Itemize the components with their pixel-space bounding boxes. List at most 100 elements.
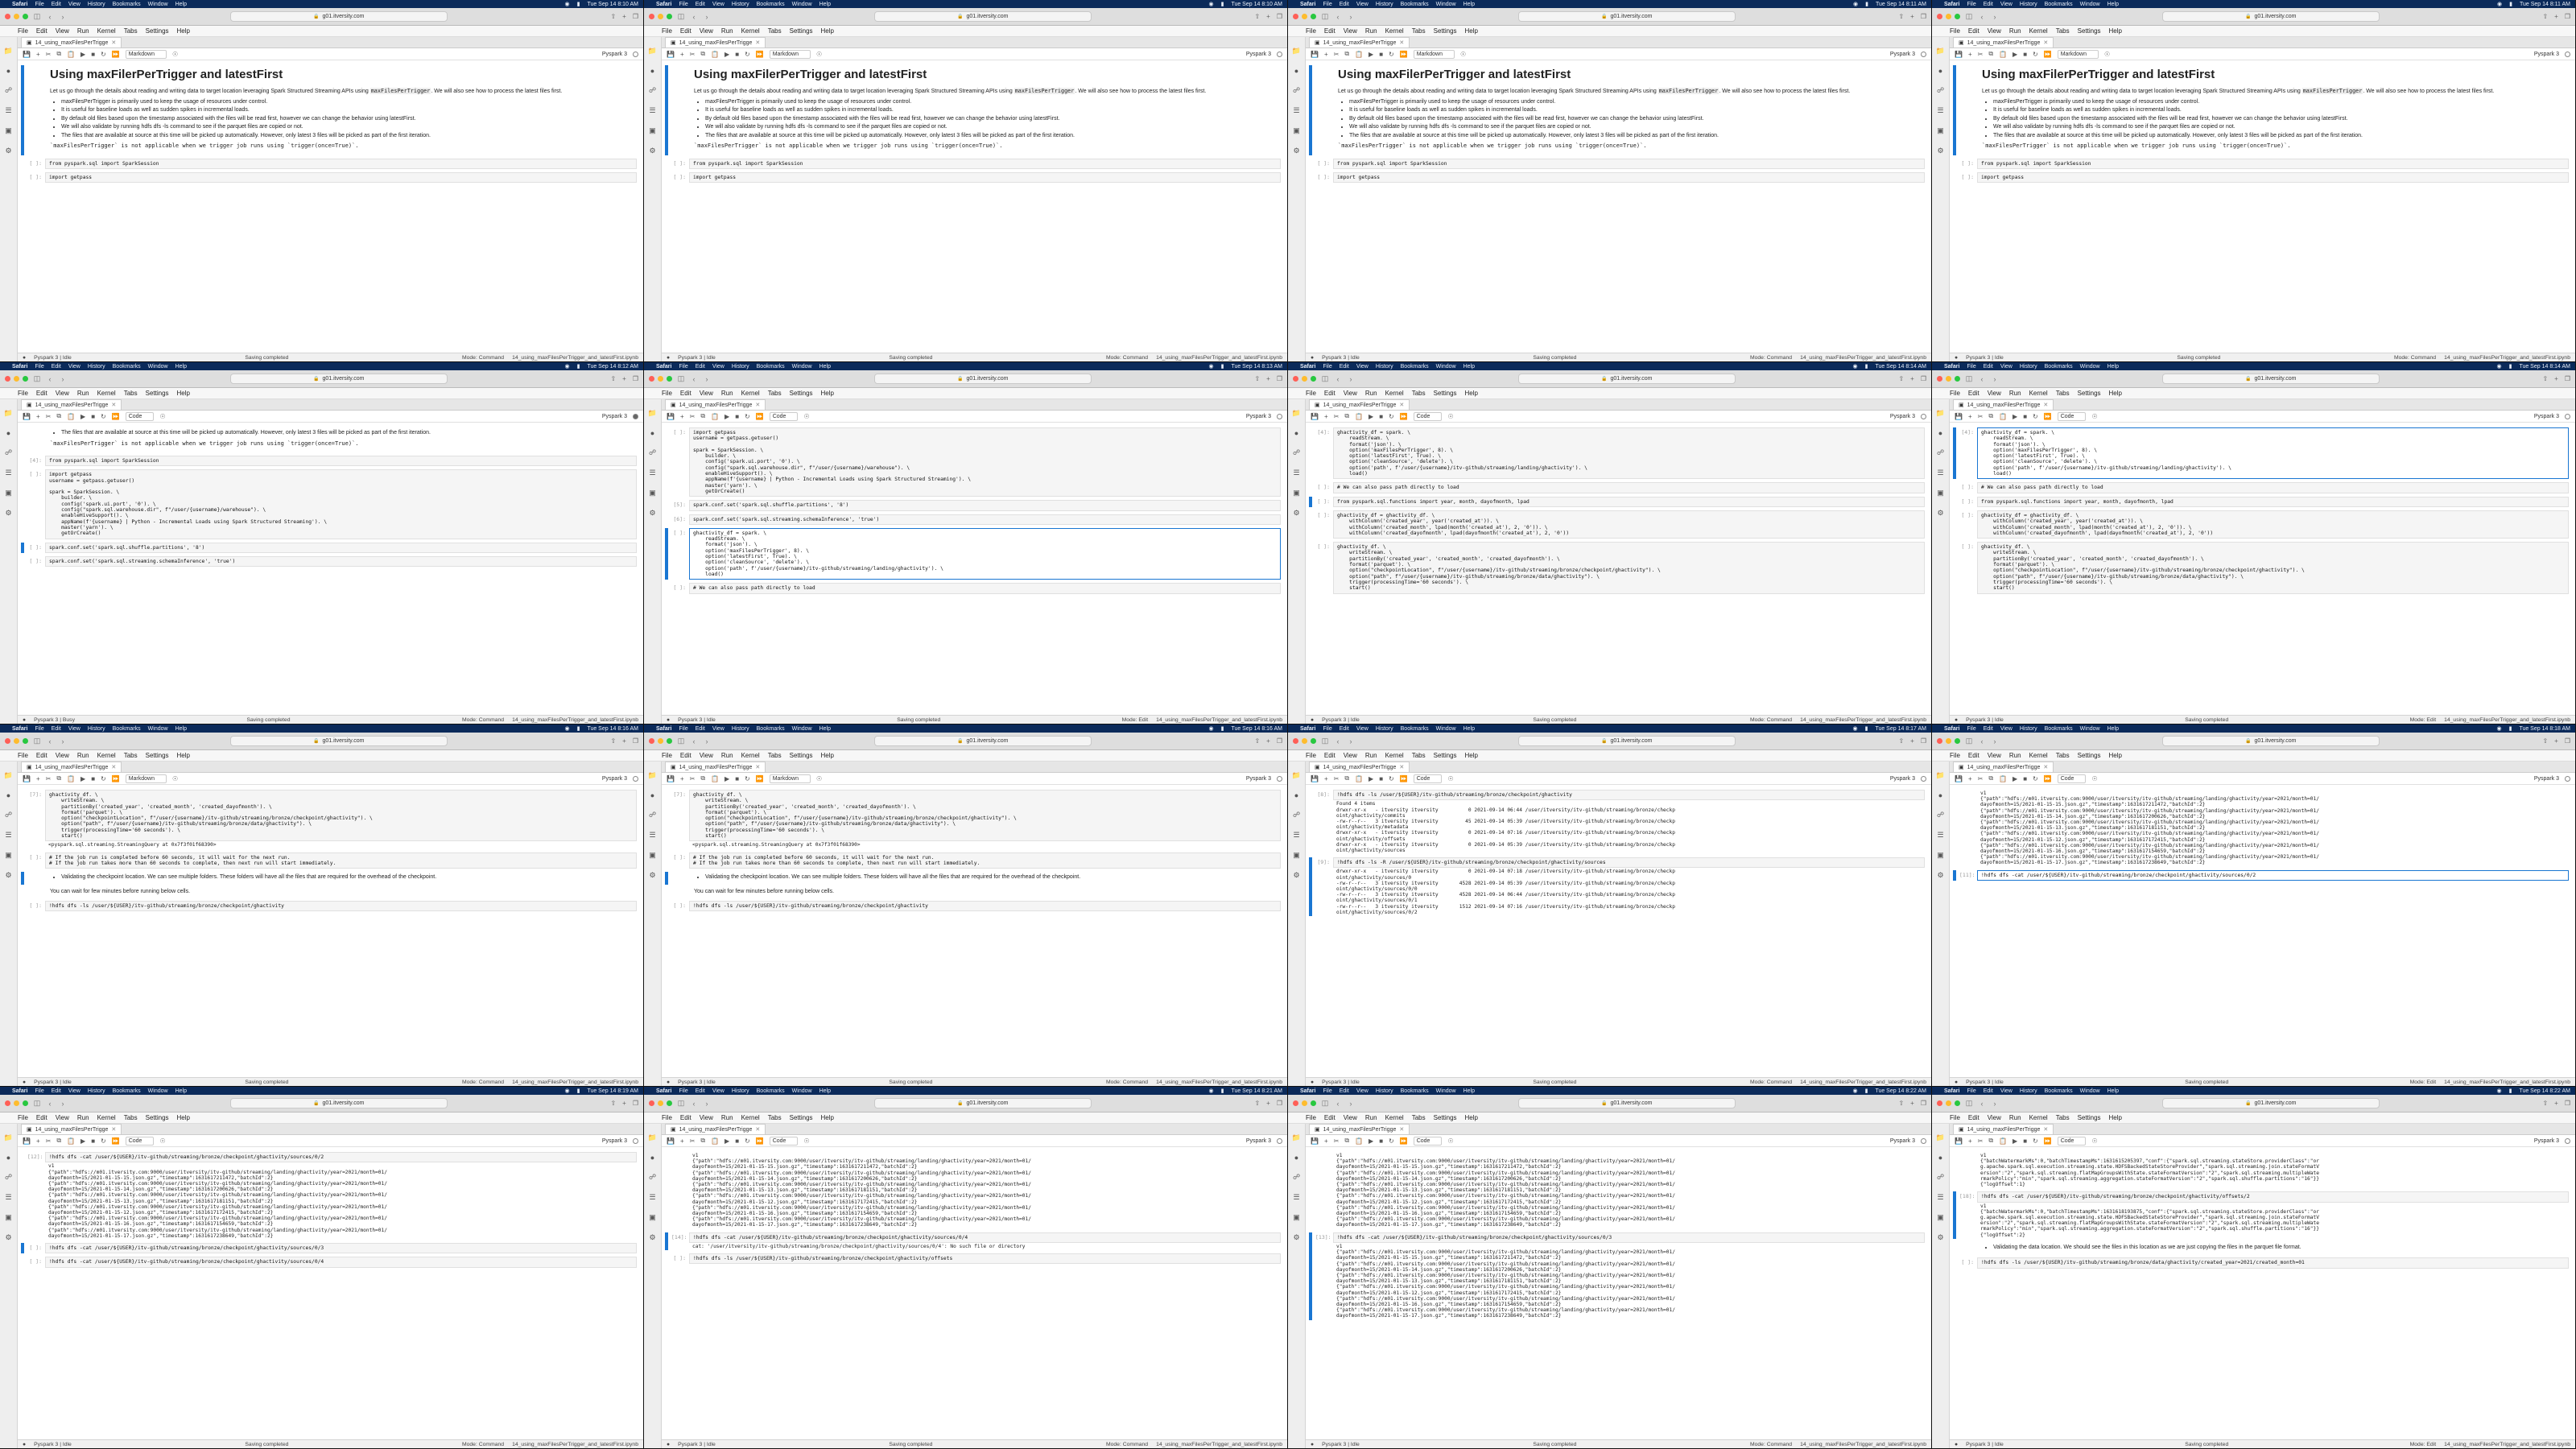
paste-icon[interactable]: 📋	[1355, 775, 1363, 782]
close-tab-icon[interactable]: ✕	[1399, 402, 1404, 408]
mac-menu-item[interactable]: History	[2020, 1088, 2037, 1094]
jupyter-menu-item[interactable]: Edit	[680, 752, 691, 759]
code-editor[interactable]: !hdfs dfs -ls -R /user/${USER}/itv-githu…	[1333, 857, 1925, 869]
folder-icon[interactable]: 📁	[4, 47, 13, 56]
mac-menu-item[interactable]: Edit	[1340, 726, 1349, 732]
restart-icon[interactable]: ↻	[101, 1137, 106, 1145]
simple-toggle[interactable]: ●	[23, 1080, 26, 1085]
jupyter-menu-item[interactable]: View	[1344, 752, 1357, 759]
paste-icon[interactable]: 📋	[1355, 51, 1363, 58]
tabs-icon[interactable]: ▣	[1293, 126, 1300, 135]
jupyter-menu-item[interactable]: File	[662, 1114, 672, 1121]
code-editor[interactable]: from pyspark.sql import SparkSession	[1977, 158, 2569, 169]
simple-toggle[interactable]: ●	[1311, 717, 1314, 723]
address-bar[interactable]: 🔒 g01.itversity.com	[229, 11, 448, 22]
stop-icon[interactable]: ■	[735, 51, 739, 58]
cell-type-select[interactable]: Code	[125, 1136, 155, 1146]
mac-menu-item[interactable]: Help	[2107, 726, 2119, 732]
add-cell-icon[interactable]: +	[680, 51, 684, 58]
cut-icon[interactable]: ✂	[690, 51, 696, 58]
mac-menu-item[interactable]: Edit	[1340, 1088, 1349, 1094]
close-window-icon[interactable]	[5, 738, 10, 744]
notebook-tab[interactable]: ▣ 14_using_maxFilesPerTrigge ✕	[21, 1124, 122, 1134]
fast-forward-icon[interactable]: ⏩	[2044, 413, 2052, 420]
paste-icon[interactable]: 📋	[67, 775, 75, 782]
jupyter-menu-item[interactable]: Help	[177, 390, 190, 397]
run-icon[interactable]: ▶	[2013, 413, 2017, 420]
copy-icon[interactable]: ⧉	[56, 412, 61, 420]
code-editor[interactable]: from pyspark.sql import SparkSession	[689, 158, 1281, 169]
kernel-status[interactable]: Pyspark 3 | Idle	[1322, 355, 1360, 361]
address-bar[interactable]: 🔒 g01.itversity.com	[229, 736, 448, 746]
mac-menu-item[interactable]: Window	[792, 726, 812, 732]
add-cell-icon[interactable]: +	[36, 413, 40, 420]
mac-menu-item[interactable]: Bookmarks	[1401, 726, 1429, 732]
kernel-name[interactable]: Pyspark 3	[602, 776, 627, 782]
extension-icon[interactable]: ⚙	[1293, 871, 1299, 880]
stop-icon[interactable]: ■	[2023, 51, 2027, 58]
jupyter-menu-item[interactable]: File	[18, 1114, 28, 1121]
code-editor[interactable]: from pyspark.sql import SparkSession	[45, 456, 637, 467]
save-icon[interactable]: 💾	[1955, 413, 1963, 420]
close-tab-icon[interactable]: ✕	[2043, 764, 2048, 770]
sidebar-toggle-icon[interactable]: ◫	[677, 737, 685, 745]
code-cell[interactable]: [ ]: import getpass	[18, 171, 637, 184]
kernel-status[interactable]: Pyspark 3 | Idle	[1966, 355, 2004, 361]
cell-type-select[interactable]: Markdown	[2057, 49, 2099, 59]
notebook-tab[interactable]: ▣ 14_using_maxFilesPerTrigge ✕	[1309, 762, 1410, 772]
folder-icon[interactable]: 📁	[1936, 409, 1945, 418]
add-cell-icon[interactable]: +	[36, 775, 40, 782]
mac-menu-item[interactable]: Bookmarks	[113, 364, 141, 369]
kernel-name[interactable]: Pyspark 3	[602, 414, 627, 419]
git-diff-icon[interactable]: ☉	[816, 775, 822, 782]
kernel-name[interactable]: Pyspark 3	[1246, 414, 1271, 419]
mac-menu-item[interactable]: View	[712, 726, 724, 732]
active-app-name[interactable]: Safari	[1944, 2, 1959, 7]
zoom-window-icon[interactable]	[667, 14, 672, 19]
new-tab-icon[interactable]: +	[622, 1100, 626, 1107]
markdown-cell[interactable]: Validating the checkpoint location. We c…	[662, 872, 1281, 885]
copy-icon[interactable]: ⧉	[1344, 774, 1349, 782]
code-editor[interactable]: spark.conf.set('spark.sql.streaming.sche…	[689, 514, 1281, 525]
kernel-name[interactable]: Pyspark 3	[602, 1138, 627, 1144]
running-icon[interactable]: ●	[1938, 1154, 1942, 1162]
jupyter-menu-item[interactable]: Run	[721, 390, 733, 397]
simple-toggle[interactable]: ●	[1955, 717, 1958, 723]
cut-icon[interactable]: ✂	[690, 775, 696, 782]
jupyter-menu-item[interactable]: Tabs	[768, 1114, 782, 1121]
run-icon[interactable]: ▶	[2013, 775, 2017, 782]
mac-menu-item[interactable]: History	[1376, 1088, 1393, 1094]
jupyter-menu-item[interactable]: Kernel	[741, 1114, 760, 1121]
save-icon[interactable]: 💾	[23, 413, 31, 420]
code-cell[interactable]: [12]: !hdfs dfs -cat /user/${USER}/itv-g…	[18, 1152, 637, 1240]
commands-icon[interactable]: ☰	[1937, 1193, 1943, 1202]
notebook-tab[interactable]: ▣ 14_using_maxFilesPerTrigge ✕	[21, 37, 122, 47]
clock-text[interactable]: Tue Sep 14 8:14 AM	[2519, 364, 2570, 369]
code-cell[interactable]: [ ]: from pyspark.sql import SparkSessio…	[1306, 158, 1925, 169]
tab-overview-icon[interactable]: ❐	[2565, 13, 2570, 20]
wifi-icon[interactable]: ◉	[564, 1088, 569, 1094]
markdown-cell[interactable]: You can wait for few minutes before runn…	[662, 888, 1281, 898]
code-cell[interactable]: [ ]: # We can also pass path directly to…	[1306, 482, 1925, 493]
fast-forward-icon[interactable]: ⏩	[756, 1137, 764, 1145]
jupyter-menu-item[interactable]: Tabs	[1412, 1114, 1426, 1121]
address-bar[interactable]: 🔒 g01.itversity.com	[1517, 736, 1736, 746]
git-diff-icon[interactable]: ☉	[1447, 413, 1453, 420]
mac-menu-item[interactable]: Window	[792, 364, 812, 369]
code-cell[interactable]: [14]: !hdfs dfs -cat /user/${USER}/itv-g…	[662, 1232, 1281, 1251]
code-editor[interactable]: ghactivity_df. \ writeStream. \ partitio…	[45, 790, 637, 842]
forward-arrow-icon[interactable]: ›	[1347, 737, 1355, 745]
kernel-status[interactable]: Pyspark 3 | Idle	[678, 1080, 716, 1085]
mac-menu-item[interactable]: Bookmarks	[2045, 1088, 2073, 1094]
code-editor[interactable]: ghactivity_df = spark. \ readStream. \ f…	[689, 527, 1281, 580]
sidebar-toggle-icon[interactable]: ◫	[33, 12, 41, 21]
close-tab-icon[interactable]: ✕	[111, 402, 116, 408]
wifi-icon[interactable]: ◉	[2496, 363, 2501, 369]
cell-type-select[interactable]: Markdown	[769, 49, 811, 59]
share-icon[interactable]: ⇧	[1254, 737, 1260, 745]
close-window-icon[interactable]	[1293, 738, 1298, 744]
jupyter-menu-item[interactable]: Run	[77, 1114, 89, 1121]
file-path[interactable]: 14_using_maxFilesPerTrigger_and_latestFi…	[512, 355, 638, 361]
mac-menu-item[interactable]: Window	[148, 2, 168, 7]
mac-menu-item[interactable]: Bookmarks	[1401, 2, 1429, 7]
